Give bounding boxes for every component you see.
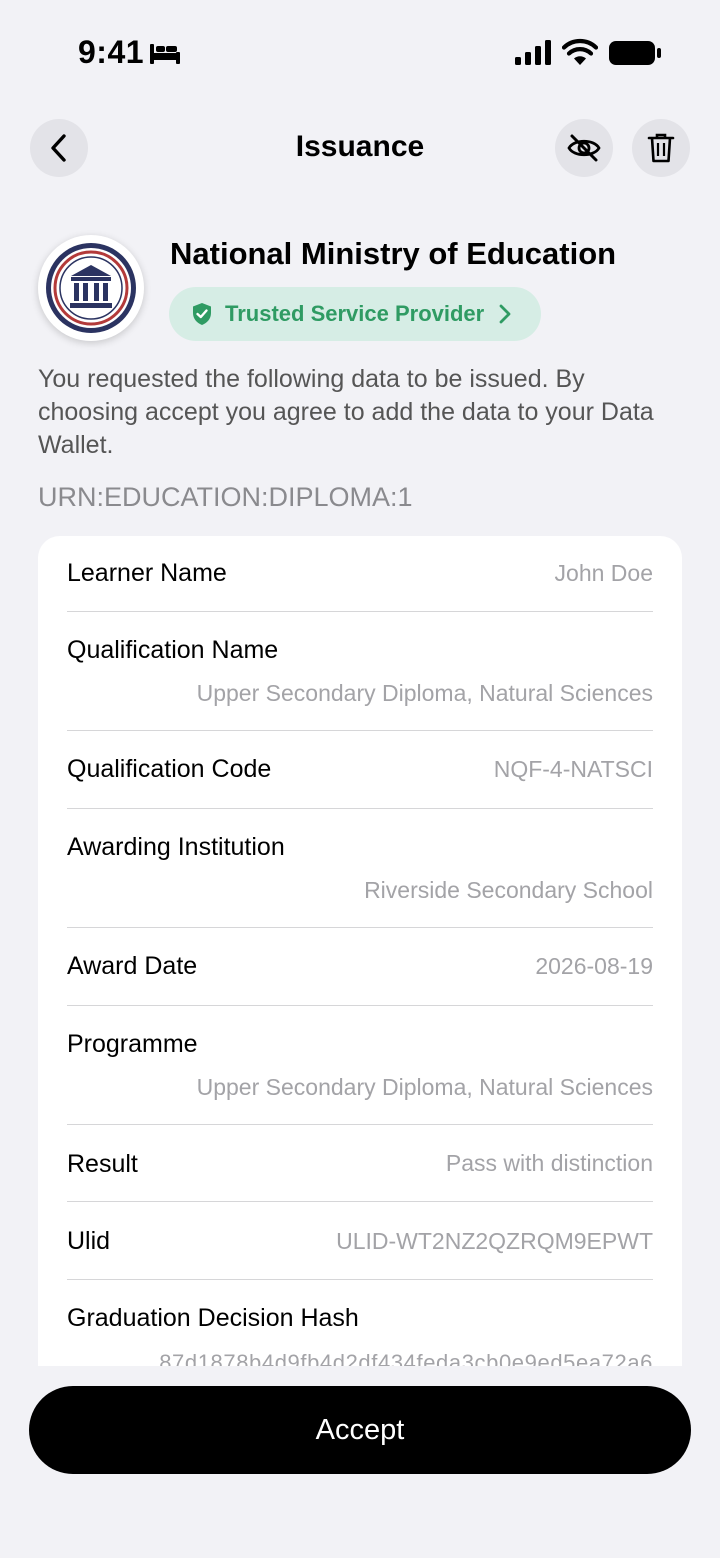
- credential-fields-card: Learner Name John Doe Qualification Name…: [38, 536, 682, 1366]
- field-row-qualification-name: Qualification Name Upper Secondary Diplo…: [67, 612, 653, 731]
- field-value: 2026-08-19: [535, 953, 653, 979]
- field-label: Awarding Institution: [67, 833, 285, 861]
- field-row-ulid: Ulid ULID-WT2NZ2QZRQM9EPWT: [67, 1202, 653, 1280]
- field-row-qualification-code: Qualification Code NQF-4-NATSCI: [67, 731, 653, 809]
- issuer-name: National Ministry of Education: [170, 236, 617, 271]
- shield-check-icon: [193, 303, 211, 325]
- field-label: Graduation Decision Hash: [67, 1304, 359, 1332]
- field-row-programme: Programme Upper Secondary Diploma, Natur…: [67, 1006, 653, 1125]
- field-value: Pass with distinction: [445, 1150, 653, 1176]
- accept-button[interactable]: Accept: [29, 1386, 691, 1474]
- field-row-graduation-decision-hash: Graduation Decision Hash 87d1878b4d9fb4d…: [67, 1280, 653, 1366]
- hide-values-button[interactable]: [555, 119, 613, 177]
- trusted-provider-label: Trusted Service Provider: [225, 301, 485, 326]
- status-time: 9:41: [78, 34, 145, 70]
- issuer-logo: [38, 235, 144, 341]
- field-row-awarding-institution: Awarding Institution Riverside Secondary…: [67, 809, 653, 928]
- eye-slash-icon: [567, 134, 601, 162]
- field-label: Award Date: [67, 952, 198, 980]
- trash-icon: [647, 133, 675, 163]
- issuance-screen: 9:41 Issuance National Ministry of Educa…: [0, 0, 720, 1558]
- field-label: Learner Name: [67, 559, 227, 587]
- trusted-provider-badge[interactable]: Trusted Service Provider: [169, 287, 541, 341]
- field-label: Programme: [67, 1030, 198, 1058]
- field-value: John Doe: [554, 560, 653, 586]
- chevron-right-icon: [499, 304, 511, 324]
- field-value: NQF-4-NATSCI: [493, 756, 653, 782]
- field-value: Upper Secondary Diploma, Natural Science…: [196, 680, 653, 706]
- credential-type: URN:EDUCATION:DIPLOMA:1: [38, 482, 413, 512]
- field-row-award-date: Award Date 2026-08-19: [67, 928, 653, 1006]
- field-value: 87d1878b4d9fb4d2df434feda3cb0e9ed5ea72a6: [159, 1350, 653, 1366]
- field-value: ULID-WT2NZ2QZRQM9EPWT: [336, 1228, 653, 1254]
- field-value: Upper Secondary Diploma, Natural Science…: [196, 1074, 653, 1100]
- delete-button[interactable]: [632, 119, 690, 177]
- wifi-icon: [562, 39, 598, 65]
- cellular-signal-icon: [515, 40, 551, 65]
- status-bar: 9:41: [0, 0, 720, 100]
- field-value: Riverside Secondary School: [364, 877, 653, 903]
- institution-building-icon: [46, 243, 136, 333]
- field-label: Ulid: [67, 1227, 111, 1255]
- issuance-description: You requested the following data to be i…: [38, 365, 654, 459]
- battery-icon: [609, 41, 661, 65]
- field-label: Result: [67, 1150, 138, 1178]
- field-label: Qualification Name: [67, 636, 279, 664]
- bed-icon: [150, 44, 180, 64]
- field-label: Qualification Code: [67, 755, 272, 783]
- field-row-result: Result Pass with distinction: [67, 1125, 653, 1202]
- field-row-learner-name: Learner Name John Doe: [67, 536, 653, 612]
